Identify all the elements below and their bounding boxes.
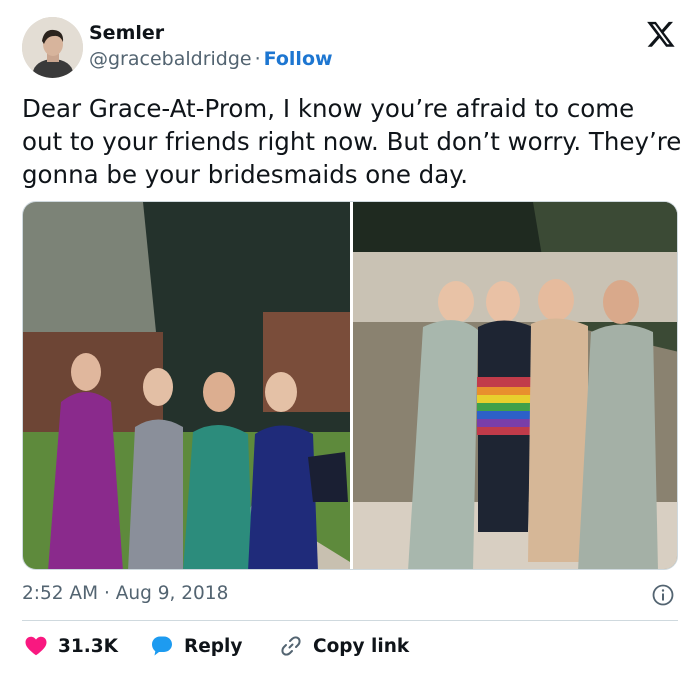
tweet-timestamp[interactable]: 2:52 AM · Aug 9, 2018 [22, 583, 228, 604]
tweet-media[interactable] [22, 201, 678, 570]
tweet-time: 2:52 AM [22, 583, 99, 604]
heart-icon [25, 636, 47, 656]
avatar[interactable] [22, 17, 83, 78]
link-icon [281, 636, 301, 656]
separator: · [103, 583, 110, 604]
speech-bubble-icon [152, 636, 172, 656]
reply-button[interactable]: Reply [150, 632, 242, 660]
separator: · [254, 48, 261, 70]
tweet-actions: 31.3K Reply Copy link [22, 632, 678, 662]
copy-link-button[interactable]: Copy link [279, 632, 409, 660]
reply-label: Reply [184, 635, 243, 657]
follow-button[interactable]: Follow [264, 48, 333, 70]
x-logo-icon[interactable] [646, 19, 676, 49]
like-count: 31.3K [58, 635, 118, 657]
author-name[interactable]: Semler [89, 22, 164, 44]
copy-link-label: Copy link [313, 635, 410, 657]
info-icon[interactable] [652, 584, 674, 606]
divider [22, 620, 678, 621]
tweet-text: Dear Grace-At-Prom, I know you’re afraid… [22, 94, 682, 189]
author-handle[interactable]: @gracebaldridge [89, 48, 252, 70]
author-handle-row: @gracebaldridge · Follow [89, 48, 333, 70]
tweet-header: Semler @gracebaldridge · Follow [22, 17, 682, 78]
like-button[interactable]: 31.3K [24, 632, 118, 660]
wedding-photo[interactable] [353, 202, 677, 569]
prom-photo[interactable] [23, 202, 350, 569]
tweet-date: Aug 9, 2018 [115, 583, 229, 604]
